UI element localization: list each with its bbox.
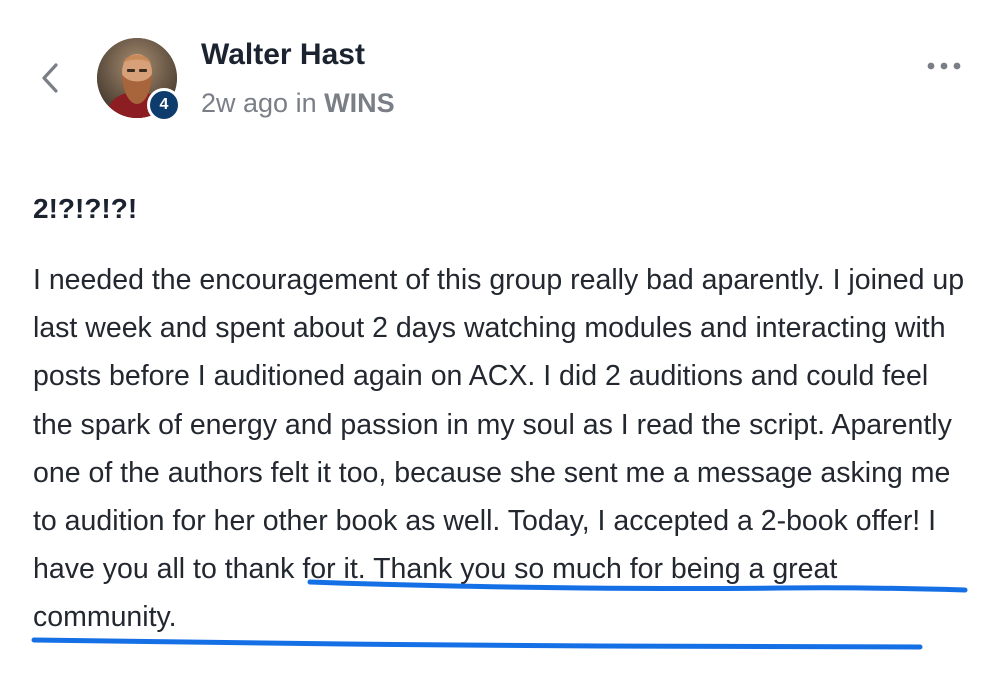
post-body-text: I needed the encouragement of this group… bbox=[33, 264, 965, 538]
post-body: I needed the encouragement of this group… bbox=[33, 256, 968, 642]
post-time: 2w ago bbox=[201, 88, 289, 118]
more-options-button[interactable] bbox=[924, 56, 964, 76]
post-meta: 2w ago in WINS bbox=[201, 88, 395, 119]
in-label: in bbox=[295, 88, 317, 118]
group-link[interactable]: WINS bbox=[324, 88, 395, 118]
back-button[interactable] bbox=[30, 56, 70, 100]
chevron-left-icon bbox=[42, 63, 58, 93]
more-horizontal-icon bbox=[927, 62, 961, 70]
level-badge: 4 bbox=[147, 88, 181, 122]
post-title: 2!?!?!?! bbox=[33, 193, 138, 224]
author-name[interactable]: Walter Hast bbox=[201, 38, 365, 72]
avatar[interactable]: 4 bbox=[97, 38, 181, 122]
